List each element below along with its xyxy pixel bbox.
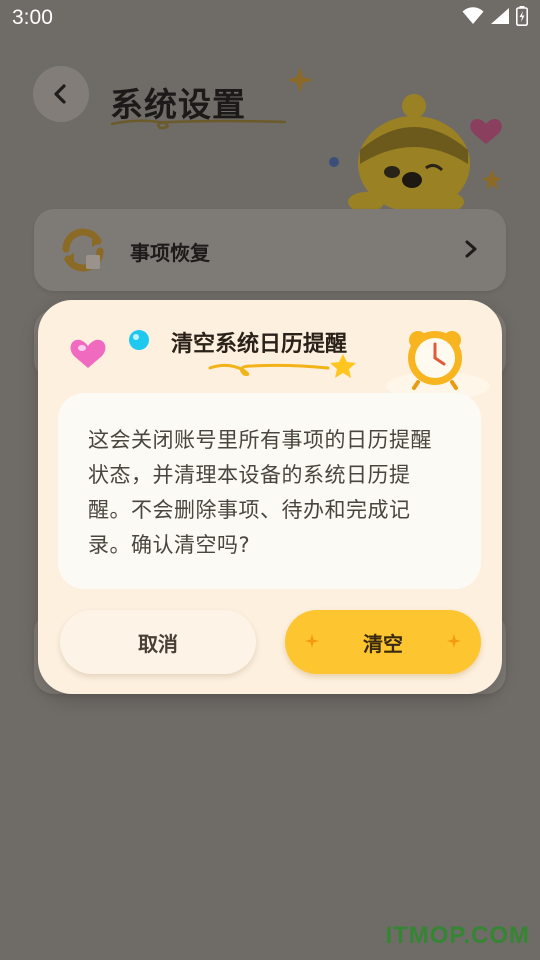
battery-icon bbox=[516, 6, 528, 26]
mascot-illustration bbox=[329, 94, 502, 212]
cellular-signal-icon bbox=[491, 8, 509, 24]
status-icons bbox=[462, 6, 528, 26]
chevron-left-icon bbox=[54, 84, 66, 104]
wifi-icon bbox=[462, 7, 484, 24]
dialog-body: 这会关闭账号里所有事项的日历提醒状态，并清理本设备的系统日历提醒。不会删除事项、… bbox=[58, 393, 481, 589]
chevron-right-icon bbox=[465, 240, 477, 258]
sparkle-icon bbox=[305, 634, 319, 648]
cancel-button[interactable]: 取消 bbox=[60, 610, 256, 674]
settings-item-label: 事项恢复 bbox=[130, 241, 210, 265]
restore-icon bbox=[62, 228, 104, 272]
sparkle-icon bbox=[447, 634, 461, 648]
cancel-button-label: 取消 bbox=[138, 631, 178, 656]
clear-calendar-dialog: 清空系统日历提醒 这会关闭账号里所有事项的日历提醒状态，并清理本设备的系统日历提… bbox=[38, 300, 502, 694]
dialog-title: 清空系统日历提醒 bbox=[171, 332, 348, 357]
status-bar: 3:00 bbox=[0, 0, 540, 36]
settings-item-restore[interactable]: 事项恢复 bbox=[34, 209, 506, 291]
confirm-button-label: 清空 bbox=[363, 631, 403, 656]
title-underline-decoration bbox=[110, 119, 287, 130]
dialog-message: 这会关闭账号里所有事项的日历提醒状态，并清理本设备的系统日历提醒。不会删除事项、… bbox=[88, 428, 432, 557]
confirm-clear-button[interactable]: 清空 bbox=[285, 610, 481, 674]
status-time: 3:00 bbox=[12, 6, 53, 29]
back-button[interactable] bbox=[33, 66, 89, 122]
blue-dot-icon bbox=[129, 330, 149, 350]
heart-icon bbox=[70, 339, 106, 368]
star-decoration-icon bbox=[287, 67, 313, 93]
watermark: ITMOP.COM bbox=[385, 922, 530, 949]
